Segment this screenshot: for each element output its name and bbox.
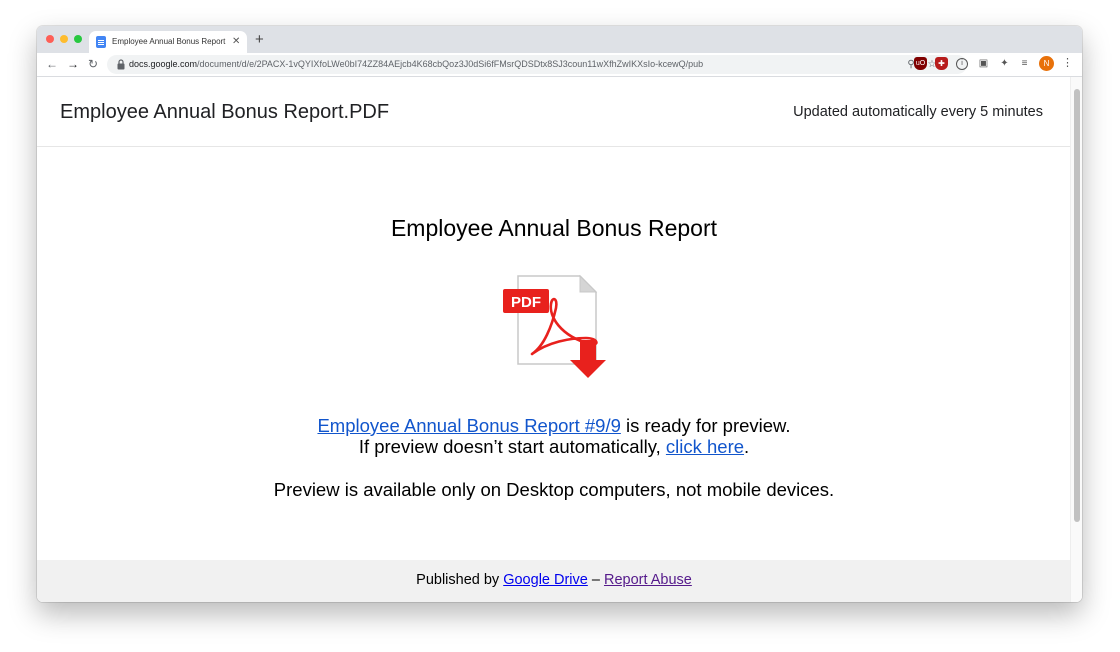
scrollbar-track[interactable]: [1070, 77, 1082, 602]
preview-auto-line: If preview doesn’t start automatically, …: [37, 436, 1071, 458]
google-drive-link[interactable]: Google Drive: [503, 572, 588, 588]
notes-extension-icon[interactable]: ▣: [977, 57, 990, 70]
pdf-badge-text: PDF: [511, 294, 541, 311]
shield-extension-icon[interactable]: ✚: [935, 57, 948, 70]
footer-separator: –: [587, 572, 604, 588]
doc-title: Employee Annual Bonus Report.PDF: [60, 101, 390, 123]
published-by-text: Published by: [416, 572, 504, 588]
report-link[interactable]: Employee Annual Bonus Report #9/9: [317, 415, 620, 436]
publish-footer: Published by Google Drive – Report Abuse: [37, 560, 1071, 602]
browser-window: Employee Annual Bonus Report ✕ + ← → ↻ d…: [37, 26, 1082, 602]
scrollbar-thumb[interactable]: [1074, 89, 1080, 522]
reload-icon[interactable]: ↻: [85, 56, 101, 72]
auto-text: If preview doesn’t start automatically,: [358, 436, 666, 457]
desktop-only-note: Preview is available only on Desktop com…: [273, 479, 835, 500]
url-path: /document/d/e/2PACX-1vQYIXfoLWe0bI74ZZ84…: [197, 59, 704, 69]
pdf-download-icon[interactable]: PDF: [500, 274, 610, 380]
ready-text: is ready for preview.: [620, 415, 791, 436]
url-domain: docs.google.com: [129, 59, 198, 69]
forward-icon[interactable]: →: [65, 56, 81, 72]
google-docs-icon: [96, 36, 106, 48]
new-tab-button[interactable]: +: [255, 31, 264, 49]
tab-close-icon[interactable]: ✕: [232, 35, 240, 49]
reading-list-icon[interactable]: ≡: [1018, 57, 1031, 70]
window-minimize-button[interactable]: [60, 35, 68, 43]
address-bar[interactable]: docs.google.com/document/d/e/2PACX-1vQYI…: [107, 55, 967, 74]
tab-strip: Employee Annual Bonus Report ✕ +: [37, 26, 1082, 53]
info-extension-icon[interactable]: i: [956, 58, 968, 70]
click-here-link[interactable]: click here: [666, 436, 744, 457]
tab-title: Employee Annual Bonus Report: [112, 37, 226, 46]
window-close-button[interactable]: [46, 35, 54, 43]
more-vert-icon[interactable]: ⋮: [1062, 56, 1073, 71]
doc-header: Employee Annual Bonus Report.PDF Updated…: [37, 77, 1071, 147]
back-icon[interactable]: ←: [44, 56, 60, 72]
page-content: Employee Annual Bonus Report.PDF Updated…: [37, 77, 1082, 602]
window-maximize-button[interactable]: [74, 35, 82, 43]
extensions-puzzle-icon[interactable]: ✦: [998, 57, 1011, 70]
lock-icon: [117, 59, 125, 70]
profile-avatar[interactable]: N: [1039, 56, 1054, 71]
url-text: docs.google.com/document/d/e/2PACX-1vQYI…: [129, 58, 703, 71]
preview-ready-line: Employee Annual Bonus Report #9/9 is rea…: [37, 415, 1071, 437]
report-heading: Employee Annual Bonus Report: [390, 215, 718, 241]
period-text: .: [744, 436, 750, 457]
browser-tab[interactable]: Employee Annual Bonus Report ✕: [89, 31, 247, 53]
report-abuse-link[interactable]: Report Abuse: [604, 572, 692, 588]
doc-updated-text: Updated automatically every 5 minutes: [793, 104, 1043, 120]
ublock-extension-icon[interactable]: uO: [914, 57, 927, 70]
